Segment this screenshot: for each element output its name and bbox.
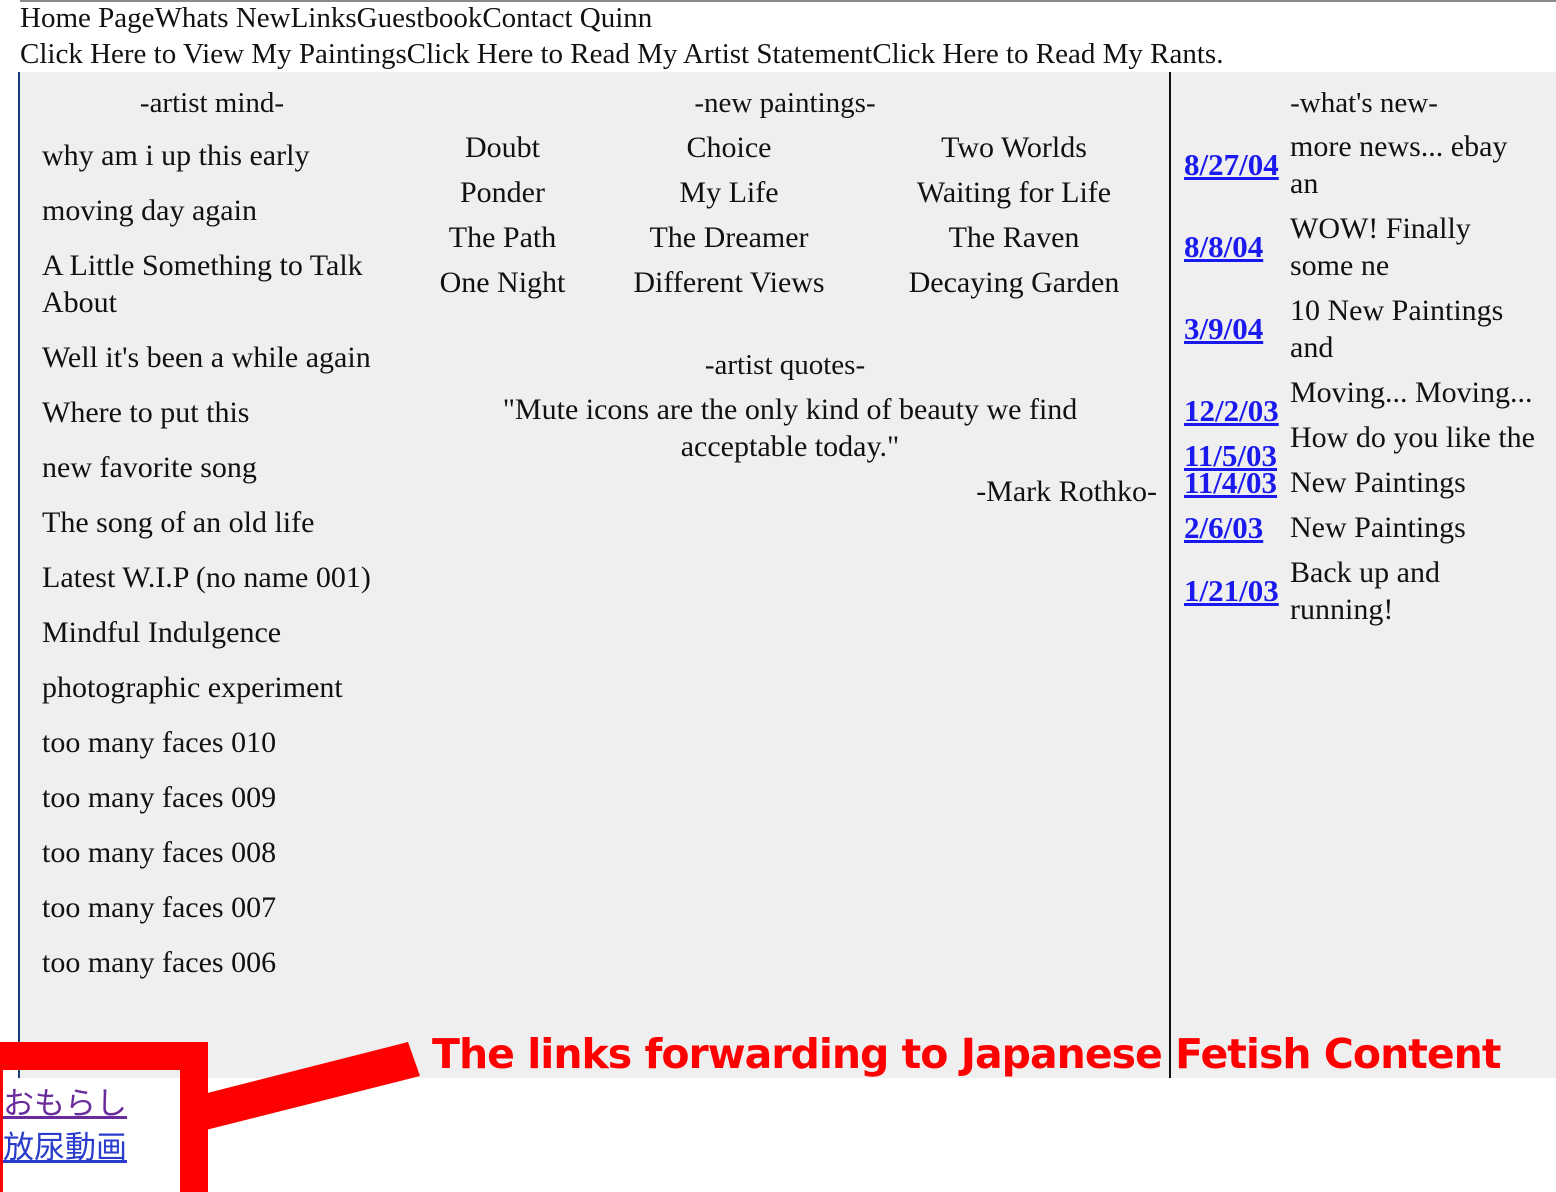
quote-author: -Mark Rothko- xyxy=(976,475,1157,508)
nav-statement-link[interactable]: Click Here to Read My Artist Statement xyxy=(407,38,873,70)
artist-mind-item[interactable]: why am i up this early xyxy=(42,137,382,174)
news-item: 8/27/04 more news... ebay an xyxy=(1184,128,1544,202)
paintings-row: Doubt Choice Two Worlds xyxy=(400,128,1160,173)
hidden-spam-link[interactable]: おもらし xyxy=(3,1084,127,1124)
nav-home-link[interactable]: Home Page xyxy=(20,2,155,34)
artist-mind-item[interactable]: Well it's been a while again xyxy=(42,339,382,376)
news-text: How do you like the xyxy=(1290,421,1535,454)
news-item: 2/6/03 New Paintings xyxy=(1184,509,1544,546)
artist-mind-item[interactable]: too many faces 007 xyxy=(42,889,382,926)
painting-link[interactable]: Waiting for Life xyxy=(878,173,1150,213)
artist-mind-item[interactable]: Latest W.I.P (no name 001) xyxy=(42,559,382,596)
nav-contact-link[interactable]: Contact Quinn xyxy=(482,2,652,34)
page: Home PageWhats NewLinksGuestbookContact … xyxy=(0,0,1556,1192)
paintings-row: One Night Different Views Decaying Garde… xyxy=(400,263,1160,308)
artist-mind-item[interactable]: Mindful Indulgence xyxy=(42,614,382,651)
whats-new-list: 8/27/04 more news... ebay an 8/8/04 WOW!… xyxy=(1184,128,1544,636)
news-date-link[interactable]: 8/8/04 xyxy=(1184,228,1263,265)
nav-whats-new-link[interactable]: Whats New xyxy=(155,2,291,34)
annotation-callout: The links forwarding to Japanese Fetish … xyxy=(432,1030,1501,1078)
news-text: New Paintings xyxy=(1290,511,1466,544)
news-item: 12/2/03 Moving... Moving... xyxy=(1184,374,1544,428)
artist-mind-item[interactable]: The song of an old life xyxy=(42,504,382,541)
artist-mind-item[interactable]: A Little Something to Talk About xyxy=(42,247,382,321)
whats-new-heading: -what's new- xyxy=(1290,87,1438,119)
nav-links-link[interactable]: Links xyxy=(291,2,357,34)
nav-paintings-link[interactable]: Click Here to View My Paintings xyxy=(20,38,407,70)
left-border xyxy=(18,72,20,1078)
news-date-link[interactable]: 2/6/03 xyxy=(1184,509,1263,546)
painting-link[interactable]: The Dreamer xyxy=(615,218,843,258)
news-text: more news... ebay an xyxy=(1290,130,1508,200)
artist-mind-list: why am i up this early moving day again … xyxy=(42,137,382,999)
hidden-spam-link[interactable]: 放尿動画 xyxy=(3,1128,127,1168)
paintings-row: The Path The Dreamer The Raven xyxy=(400,218,1160,263)
artist-mind-heading: -artist mind- xyxy=(139,87,285,119)
annotation-arrow xyxy=(180,1042,420,1134)
news-item: 3/9/04 10 New Paintings and xyxy=(1184,292,1544,366)
painting-link[interactable]: Two Worlds xyxy=(878,128,1150,168)
annotation-arrow-bar xyxy=(180,1042,420,1134)
painting-link[interactable]: Doubt xyxy=(400,128,605,168)
painting-link[interactable]: Decaying Garden xyxy=(878,263,1150,303)
artist-mind-item[interactable]: too many faces 008 xyxy=(42,834,382,871)
paintings-row: Ponder My Life Waiting for Life xyxy=(400,173,1160,218)
nav-guestbook-link[interactable]: Guestbook xyxy=(357,2,483,34)
news-item: 11/5/03 How do you like the xyxy=(1184,419,1544,473)
artist-mind-item[interactable]: too many faces 010 xyxy=(42,724,382,761)
annotation-box-left xyxy=(0,1042,3,1192)
artist-quotes-heading: -artist quotes- xyxy=(704,349,866,381)
news-item: 1/21/03 Back up and running! xyxy=(1184,554,1544,628)
new-paintings-grid: Doubt Choice Two Worlds Ponder My Life W… xyxy=(400,128,1160,308)
artist-mind-item[interactable]: too many faces 006 xyxy=(42,944,382,981)
painting-link[interactable]: The Path xyxy=(400,218,605,258)
artist-mind-item[interactable]: too many faces 009 xyxy=(42,779,382,816)
painting-link[interactable]: The Raven xyxy=(878,218,1150,258)
news-text: New Paintings xyxy=(1290,466,1466,499)
painting-link[interactable]: Different Views xyxy=(615,263,843,303)
artist-mind-item[interactable]: Where to put this xyxy=(42,394,382,431)
painting-link[interactable]: My Life xyxy=(615,173,843,213)
nav-rants-link[interactable]: Click Here to Read My Rants. xyxy=(872,38,1223,70)
artist-mind-item[interactable]: photographic experiment xyxy=(42,669,382,706)
painting-link[interactable]: Choice xyxy=(615,128,843,168)
news-date-link[interactable]: 8/27/04 xyxy=(1184,146,1279,183)
news-item: 8/8/04 WOW! Finally some ne xyxy=(1184,210,1544,284)
news-text: Moving... Moving... xyxy=(1290,376,1533,409)
new-paintings-heading: -new paintings- xyxy=(694,87,876,119)
painting-link[interactable]: Ponder xyxy=(400,173,605,213)
news-date-link[interactable]: 1/21/03 xyxy=(1184,572,1279,609)
artist-mind-item[interactable]: moving day again xyxy=(42,192,382,229)
column-divider xyxy=(1169,72,1171,1078)
news-text: WOW! Finally some ne xyxy=(1290,212,1471,282)
artist-mind-item[interactable]: new favorite song xyxy=(42,449,382,486)
news-text: Back up and running! xyxy=(1290,556,1440,626)
nav-bar-primary: Home PageWhats NewLinksGuestbookContact … xyxy=(20,1,652,35)
nav-bar-secondary: Click Here to View My PaintingsClick Her… xyxy=(20,37,1223,71)
news-item: 11/4/03 New Paintings xyxy=(1184,464,1544,501)
news-date-link[interactable]: 11/4/03 xyxy=(1184,464,1277,501)
news-date-link[interactable]: 3/9/04 xyxy=(1184,310,1263,347)
painting-link[interactable]: One Night xyxy=(400,263,605,303)
news-text: 10 New Paintings and xyxy=(1290,294,1504,364)
quote-text: "Mute icons are the only kind of beauty … xyxy=(502,393,1078,463)
